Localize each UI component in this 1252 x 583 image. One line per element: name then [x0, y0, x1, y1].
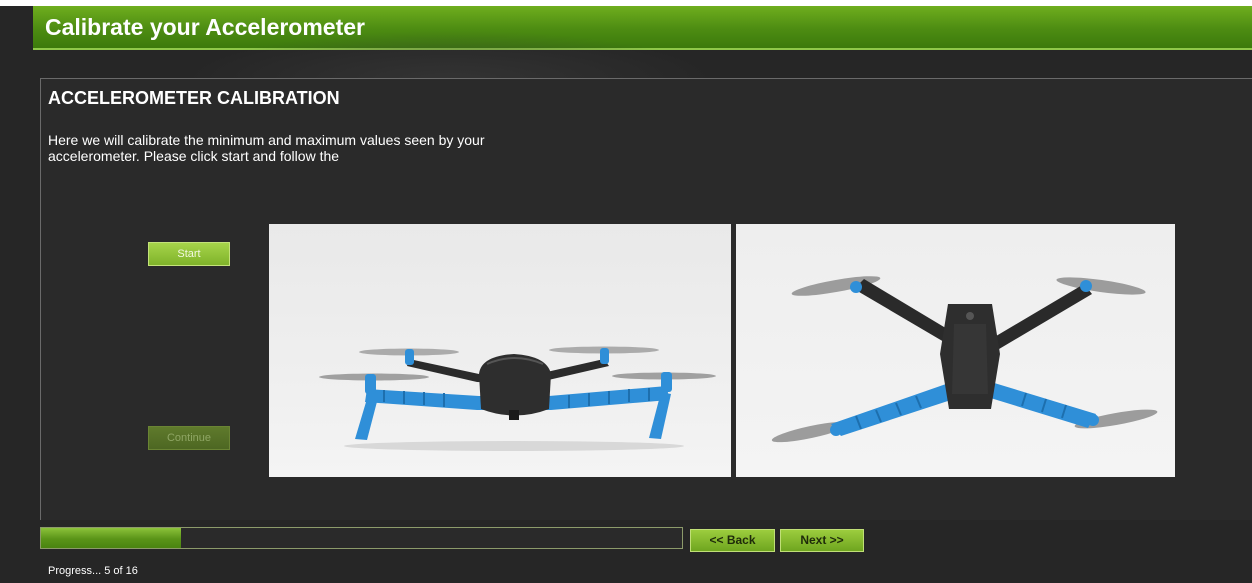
- calibration-panel: ACCELEROMETER CALIBRATION Here we will c…: [40, 78, 1252, 520]
- continue-button[interactable]: Continue: [148, 426, 230, 450]
- drone-top-illustration: [771, 276, 1158, 443]
- wizard-window: Calibrate your Accelerometer ACCELEROMET…: [0, 0, 1252, 583]
- progress-bar-fill: [41, 528, 182, 548]
- drone-top-view-image: [736, 224, 1175, 477]
- instructions-text: Here we will calibrate the minimum and m…: [48, 132, 485, 164]
- drone-side-illustration: [319, 346, 716, 451]
- next-button[interactable]: Next >>: [780, 529, 864, 552]
- header-bar: Calibrate your Accelerometer: [33, 6, 1252, 50]
- back-button[interactable]: << Back: [690, 529, 775, 552]
- section-title: ACCELEROMETER CALIBRATION: [48, 88, 340, 108]
- drone-side-view-image: [269, 224, 731, 477]
- start-button[interactable]: Start: [148, 242, 230, 266]
- progress-bar: [40, 527, 683, 549]
- left-edge: [0, 6, 33, 583]
- progress-label: Progress... 5 of 16: [48, 565, 138, 577]
